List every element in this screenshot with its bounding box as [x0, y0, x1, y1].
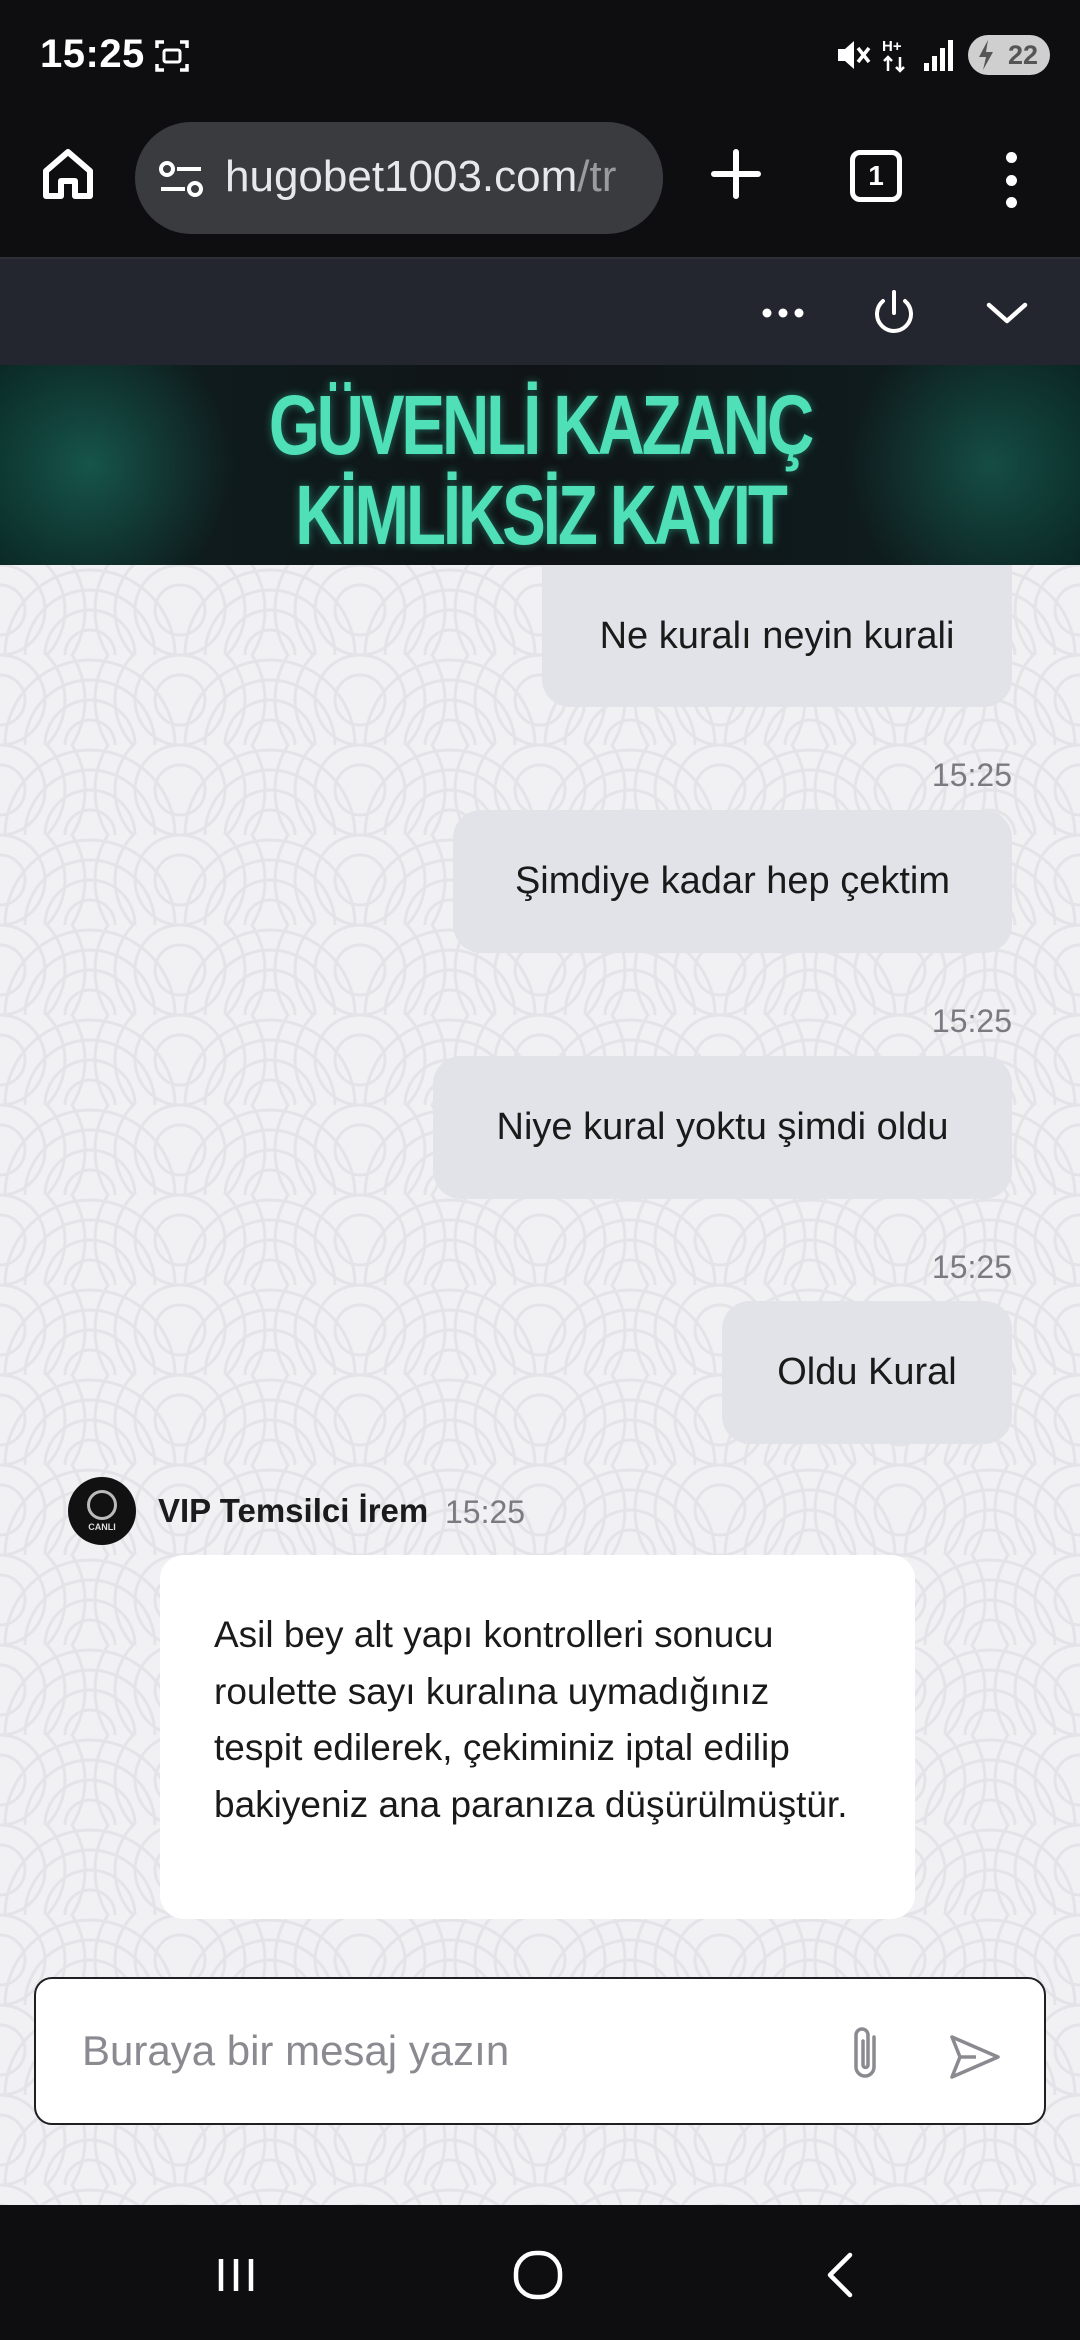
more-dots-icon[interactable]	[753, 283, 813, 343]
svg-text:H+: H+	[882, 38, 902, 55]
new-tab-plus-icon[interactable]	[708, 146, 764, 202]
mute-icon	[838, 41, 871, 69]
user-message[interactable]: Şimdiye kadar hep çektim	[453, 810, 1012, 953]
recent-apps-icon[interactable]	[206, 2245, 266, 2305]
user-message[interactable]: Ne kuralı neyin kurali	[542, 565, 1012, 707]
send-icon[interactable]	[946, 2029, 1002, 2085]
attach-paperclip-icon[interactable]	[844, 2023, 890, 2085]
status-icons: H+ 22	[834, 30, 1050, 80]
status-time: 15:25	[40, 32, 145, 76]
message-time: 15:25	[931, 757, 1012, 793]
url-text[interactable]: hugobet1003.com/tr	[225, 152, 616, 202]
screen-record-icon	[155, 40, 189, 72]
browser-toolbar: hugobet1003.com/tr 1	[0, 112, 1080, 257]
overflow-menu-icon[interactable]	[995, 152, 1027, 208]
chat-area[interactable]: Ne kuralı neyin kurali 15:25 Şimdiye kad…	[0, 565, 1080, 2205]
message-input-placeholder: Buraya bir mesaj yazın	[82, 2027, 510, 2074]
address-bar[interactable]: hugobet1003.com/tr	[135, 122, 663, 234]
user-message[interactable]: Oldu Kural	[722, 1301, 1012, 1444]
battery-level: 22	[1007, 39, 1038, 70]
message-input[interactable]: Buraya bir mesaj yazın	[34, 1977, 1046, 2125]
tab-count: 1	[868, 160, 884, 191]
banner-line-1: GÜVENLİ KAZANÇ	[268, 378, 814, 472]
signal-icon	[924, 40, 953, 71]
chat-widget-header	[0, 257, 1080, 365]
site-settings-icon[interactable]	[157, 158, 205, 200]
message-time: 15:25	[445, 1494, 526, 1530]
battery-charging-icon: 22	[968, 35, 1050, 75]
tab-switcher-icon[interactable]: 1	[850, 150, 902, 202]
message-time: 15:25	[931, 1003, 1012, 1039]
back-icon[interactable]	[812, 2245, 872, 2305]
network-hplus-icon: H+	[882, 38, 905, 73]
promo-banner[interactable]: GÜVENLİ KAZANÇ KİMLİKSİZ KAYIT	[0, 365, 1080, 565]
agent-name: VIP Temsilci İrem	[158, 1492, 429, 1529]
message-time: 15:25	[931, 1249, 1012, 1285]
chevron-down-icon[interactable]	[977, 283, 1037, 343]
power-icon[interactable]	[864, 283, 924, 343]
banner-line-2: KİMLİKSİZ KAYIT	[295, 468, 788, 562]
home-circle-icon[interactable]	[508, 2245, 568, 2305]
status-bar: 15:25 H+ 22	[0, 0, 1080, 112]
avatar: CANLI	[68, 1477, 136, 1545]
system-navigation-bar	[0, 2205, 1080, 2340]
agent-message[interactable]: Asil bey alt yapı kontrolleri sonucu rou…	[160, 1555, 915, 1919]
home-icon[interactable]	[38, 144, 98, 204]
user-message[interactable]: Niye kural yoktu şimdi oldu	[433, 1056, 1012, 1199]
